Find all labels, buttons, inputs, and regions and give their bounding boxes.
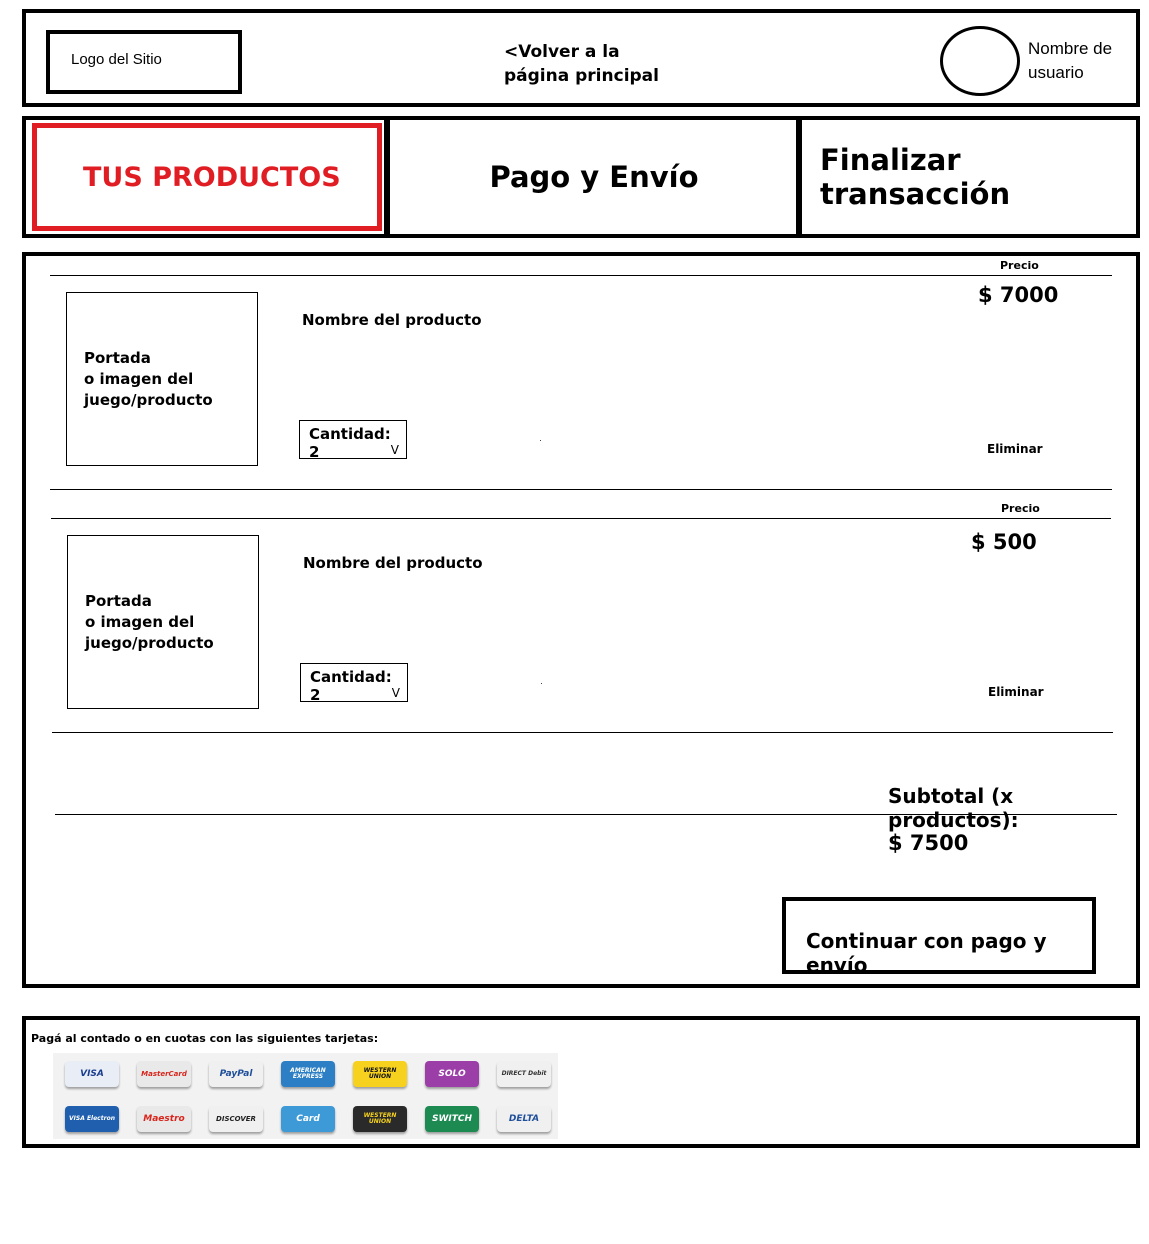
card-logo-solo: SOLO bbox=[425, 1061, 479, 1087]
card-logo-switch: SWITCH bbox=[425, 1106, 479, 1132]
card-logo-direct-debit: DIRECT Debit bbox=[497, 1061, 551, 1087]
product-image-placeholder[interactable]: Portada o imagen del juego/producto bbox=[67, 535, 259, 709]
quantity-select[interactable]: Cantidad: 2 V bbox=[299, 420, 407, 461]
chevron-down-icon: V bbox=[390, 443, 399, 457]
card-logo-discover: DISCOVER bbox=[209, 1106, 263, 1132]
image-text: Portada bbox=[85, 592, 152, 610]
back-link-line2: página principal bbox=[504, 66, 659, 86]
divider bbox=[50, 275, 1112, 276]
back-link-line1: <Volver a la bbox=[504, 42, 620, 62]
item-price: $ 500 bbox=[971, 530, 1037, 554]
username-line1: Nombre de bbox=[1028, 39, 1113, 58]
remove-item-button[interactable]: Eliminar bbox=[988, 685, 1044, 699]
step-label: TUS PRODUCTOS bbox=[83, 161, 341, 193]
price-header: Precio bbox=[1000, 259, 1039, 272]
image-text: o imagen del bbox=[84, 370, 194, 388]
image-text: juego/producto bbox=[85, 634, 214, 652]
card-logo-maestro: Maestro bbox=[137, 1106, 191, 1132]
site-logo[interactable]: Logo del Sitio bbox=[46, 30, 242, 94]
remove-item-button[interactable]: Eliminar bbox=[987, 442, 1043, 456]
subtotal-label: Subtotal (x productos): bbox=[888, 784, 1019, 832]
card-logo-paypal: PayPal bbox=[209, 1061, 263, 1087]
card-logo-visa: VISA bbox=[65, 1061, 119, 1087]
product-name[interactable]: Nombre del producto bbox=[303, 554, 483, 572]
step-tus-productos[interactable]: TUS PRODUCTOS bbox=[32, 123, 382, 231]
site-header: Logo del Sitio <Volver a la página princ… bbox=[22, 9, 1140, 107]
payment-methods-text: Pagá al contado o en cuotas con las sigu… bbox=[31, 1032, 379, 1045]
dot bbox=[541, 683, 542, 684]
logo-text: Logo del Sitio bbox=[71, 51, 162, 68]
step-label: Finalizar transacción bbox=[820, 143, 1011, 211]
card-logos: VISA MasterCard PayPal AMERICAN EXPRESS WEST… bbox=[53, 1053, 558, 1139]
image-text: o imagen del bbox=[85, 613, 195, 631]
step-label: Pago y Envío bbox=[489, 160, 699, 194]
quantity-label: Cantidad: 2 bbox=[310, 668, 392, 704]
checkout-steps: TUS PRODUCTOS Pago y Envío Finalizar tra… bbox=[22, 116, 1140, 238]
divider bbox=[51, 518, 1111, 519]
item-price: $ 7000 bbox=[978, 283, 1059, 307]
card-logo-delta: DELTA bbox=[497, 1106, 551, 1132]
divider bbox=[55, 814, 1117, 815]
username-line2: usuario bbox=[1028, 63, 1084, 82]
card-logo-visa-electron: VISA Electron bbox=[65, 1106, 119, 1132]
continue-label: Continuar con pago y envío bbox=[806, 929, 1047, 977]
product-image-placeholder[interactable]: Portada o imagen del juego/producto bbox=[66, 292, 258, 466]
card-logo-american-express: AMERICAN EXPRESS bbox=[281, 1061, 335, 1087]
continue-button[interactable]: Continuar con pago y envío bbox=[782, 897, 1096, 977]
dot bbox=[540, 440, 541, 441]
subtotal-value: $ 7500 bbox=[888, 831, 969, 855]
payment-methods-panel: Pagá al contado o en cuotas con las sigu… bbox=[22, 1016, 1140, 1148]
quantity-select[interactable]: Cantidad: 2 V bbox=[300, 663, 408, 704]
divider bbox=[50, 489, 1112, 490]
image-text: Portada bbox=[84, 349, 151, 367]
quantity-label: Cantidad: 2 bbox=[309, 425, 391, 461]
card-logo-mastercard: MasterCard bbox=[137, 1061, 191, 1087]
username[interactable]: Nombre de usuario bbox=[1028, 37, 1138, 85]
card-logo-card: Card bbox=[281, 1106, 335, 1132]
divider bbox=[52, 732, 1113, 733]
user-avatar[interactable] bbox=[940, 26, 1020, 96]
card-logo-western-union: WESTERN UNION bbox=[353, 1106, 407, 1132]
step-finalizar-transaccion[interactable]: Finalizar transacción bbox=[802, 120, 1140, 234]
chevron-down-icon: V bbox=[391, 686, 400, 700]
cart-panel: Precio $ 7000 Portada o imagen del juego… bbox=[22, 252, 1140, 988]
back-to-home-link[interactable]: <Volver a la página principal bbox=[504, 40, 684, 88]
price-header: Precio bbox=[1001, 502, 1040, 515]
image-text: juego/producto bbox=[84, 391, 213, 409]
step-pago-y-envio[interactable]: Pago y Envío bbox=[390, 120, 798, 234]
card-logo-western-union: WESTERN UNION bbox=[353, 1061, 407, 1087]
product-name[interactable]: Nombre del producto bbox=[302, 311, 482, 329]
